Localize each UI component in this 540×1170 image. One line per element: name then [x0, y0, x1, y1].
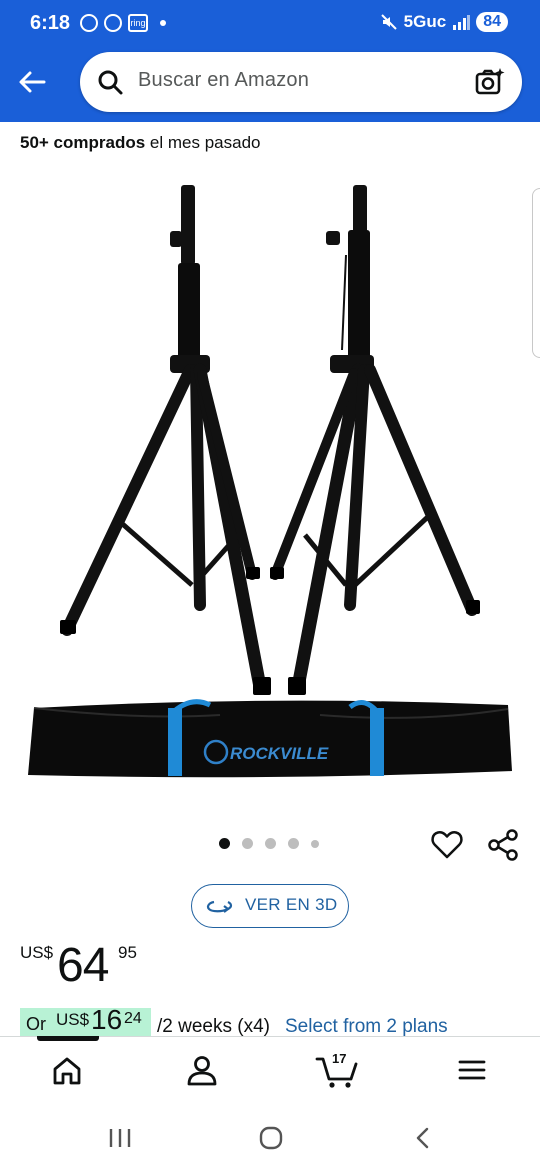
- more-notifications-dot: [160, 20, 166, 26]
- account-icon[interactable]: [182, 1051, 222, 1091]
- heart-icon[interactable]: [430, 828, 464, 860]
- installment-currency: US$: [56, 1010, 90, 1029]
- whatsapp-icon: [104, 14, 122, 32]
- select-plans-link[interactable]: Select from 2 plans: [285, 1016, 448, 1038]
- active-tab-indicator: [37, 1036, 99, 1041]
- cart-count: 17: [332, 1051, 347, 1066]
- bag-brand-text: ROCKVILLE: [230, 744, 329, 763]
- search-bar[interactable]: Buscar en Amazon: [80, 52, 522, 112]
- android-home-icon[interactable]: [259, 1126, 283, 1150]
- status-bar: 6:18 ring 5Guc 84: [0, 0, 540, 50]
- search-icon: [98, 70, 123, 95]
- price-currency: US$: [20, 943, 54, 962]
- view-3d-label: VER EN 3D: [245, 895, 338, 914]
- home-icon[interactable]: [47, 1051, 87, 1091]
- installment-fraction: 24: [124, 1010, 142, 1027]
- carry-bag: ROCKVILLE: [28, 699, 512, 778]
- status-right: 5Guc 84: [380, 12, 508, 32]
- image-pagination[interactable]: [219, 838, 319, 849]
- cart-button[interactable]: 17: [314, 1051, 360, 1091]
- left-speaker-stand: [60, 185, 271, 695]
- scroll-edge-handle[interactable]: [532, 188, 540, 358]
- image-dot-3[interactable]: [265, 838, 276, 849]
- back-arrow-icon[interactable]: [16, 66, 48, 98]
- installment-prefix: Or: [26, 1014, 46, 1034]
- installment-period: /2 weeks (x4): [157, 1016, 270, 1037]
- image-dot-5[interactable]: [311, 839, 319, 848]
- purchased-bold: 50+ comprados: [20, 133, 146, 152]
- android-back-icon[interactable]: [411, 1126, 435, 1150]
- installment-offer: Or US$ 16 24 /2 weeks (x4) Select from 2…: [20, 1004, 540, 1038]
- installment-whole: 16: [91, 1004, 123, 1035]
- mute-icon: [380, 14, 397, 30]
- image-dot-4[interactable]: [288, 838, 299, 849]
- menu-icon[interactable]: [452, 1051, 492, 1091]
- purchased-count: 50+ comprados el mes pasado: [20, 133, 261, 153]
- notification-app-icon: [80, 14, 98, 32]
- battery-indicator: 84: [476, 12, 508, 32]
- price-fraction: 95: [118, 943, 137, 962]
- signal-icon: [453, 15, 471, 30]
- share-icon[interactable]: [486, 828, 520, 862]
- price-whole: 64: [57, 939, 109, 992]
- recent-apps-icon[interactable]: [106, 1126, 134, 1150]
- rotate-3d-icon: [206, 900, 233, 913]
- notification-icons: ring: [80, 14, 166, 32]
- installment-badge: Or US$ 16 24: [20, 1004, 151, 1036]
- product-image[interactable]: ROCKVILLE: [20, 175, 520, 805]
- search-input[interactable]: Buscar en Amazon: [138, 69, 309, 92]
- bottom-nav: 17: [0, 1036, 540, 1106]
- status-time: 6:18: [30, 12, 71, 34]
- image-dot-2[interactable]: [242, 838, 253, 849]
- purchased-rest: el mes pasado: [145, 133, 261, 152]
- network-label: 5Guc: [403, 12, 447, 31]
- ring-icon: ring: [128, 14, 148, 32]
- camera-search-icon[interactable]: [474, 66, 506, 98]
- header: 6:18 ring 5Guc 84 Buscar en Amazon: [0, 0, 540, 122]
- image-dot-1[interactable]: [219, 838, 230, 849]
- android-nav-bar: [0, 1106, 540, 1170]
- view-3d-button[interactable]: VER EN 3D: [191, 884, 349, 928]
- right-speaker-stand: [270, 185, 480, 695]
